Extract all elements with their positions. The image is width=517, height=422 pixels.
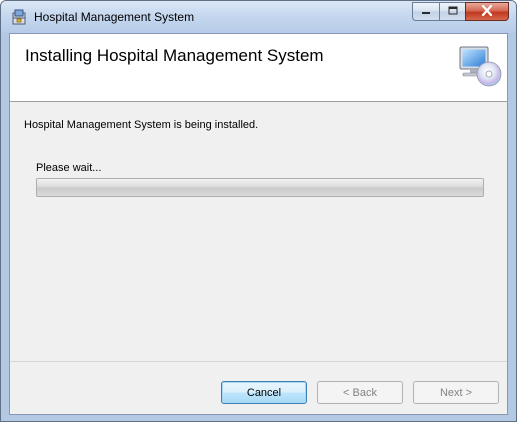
close-icon [481, 4, 493, 19]
cancel-button[interactable]: Cancel [221, 381, 307, 404]
caption-buttons [412, 2, 509, 22]
header-banner: Installing Hospital Management System [10, 34, 507, 102]
install-progress-bar [36, 178, 484, 197]
computer-cd-icon [456, 44, 502, 90]
maximize-icon [448, 5, 458, 19]
page-title: Installing Hospital Management System [25, 46, 324, 65]
close-button[interactable] [465, 2, 509, 21]
window-title: Hospital Management System [34, 10, 195, 24]
installer-window: Hospital Management System Installing Ho… [0, 0, 517, 422]
title-bar[interactable]: Hospital Management System [1, 1, 516, 33]
footer-divider [10, 361, 507, 362]
maximize-button[interactable] [439, 2, 465, 21]
next-button[interactable]: Next > [413, 381, 499, 404]
install-status-text: Hospital Management System is being inst… [24, 119, 259, 131]
back-button[interactable]: < Back [317, 381, 403, 404]
installer-icon [10, 8, 28, 26]
minimize-button[interactable] [412, 2, 439, 21]
installer-client-area: Installing Hospital Management System Ho… [9, 33, 508, 415]
please-wait-label: Please wait... [36, 162, 102, 174]
minimize-icon [421, 5, 431, 19]
